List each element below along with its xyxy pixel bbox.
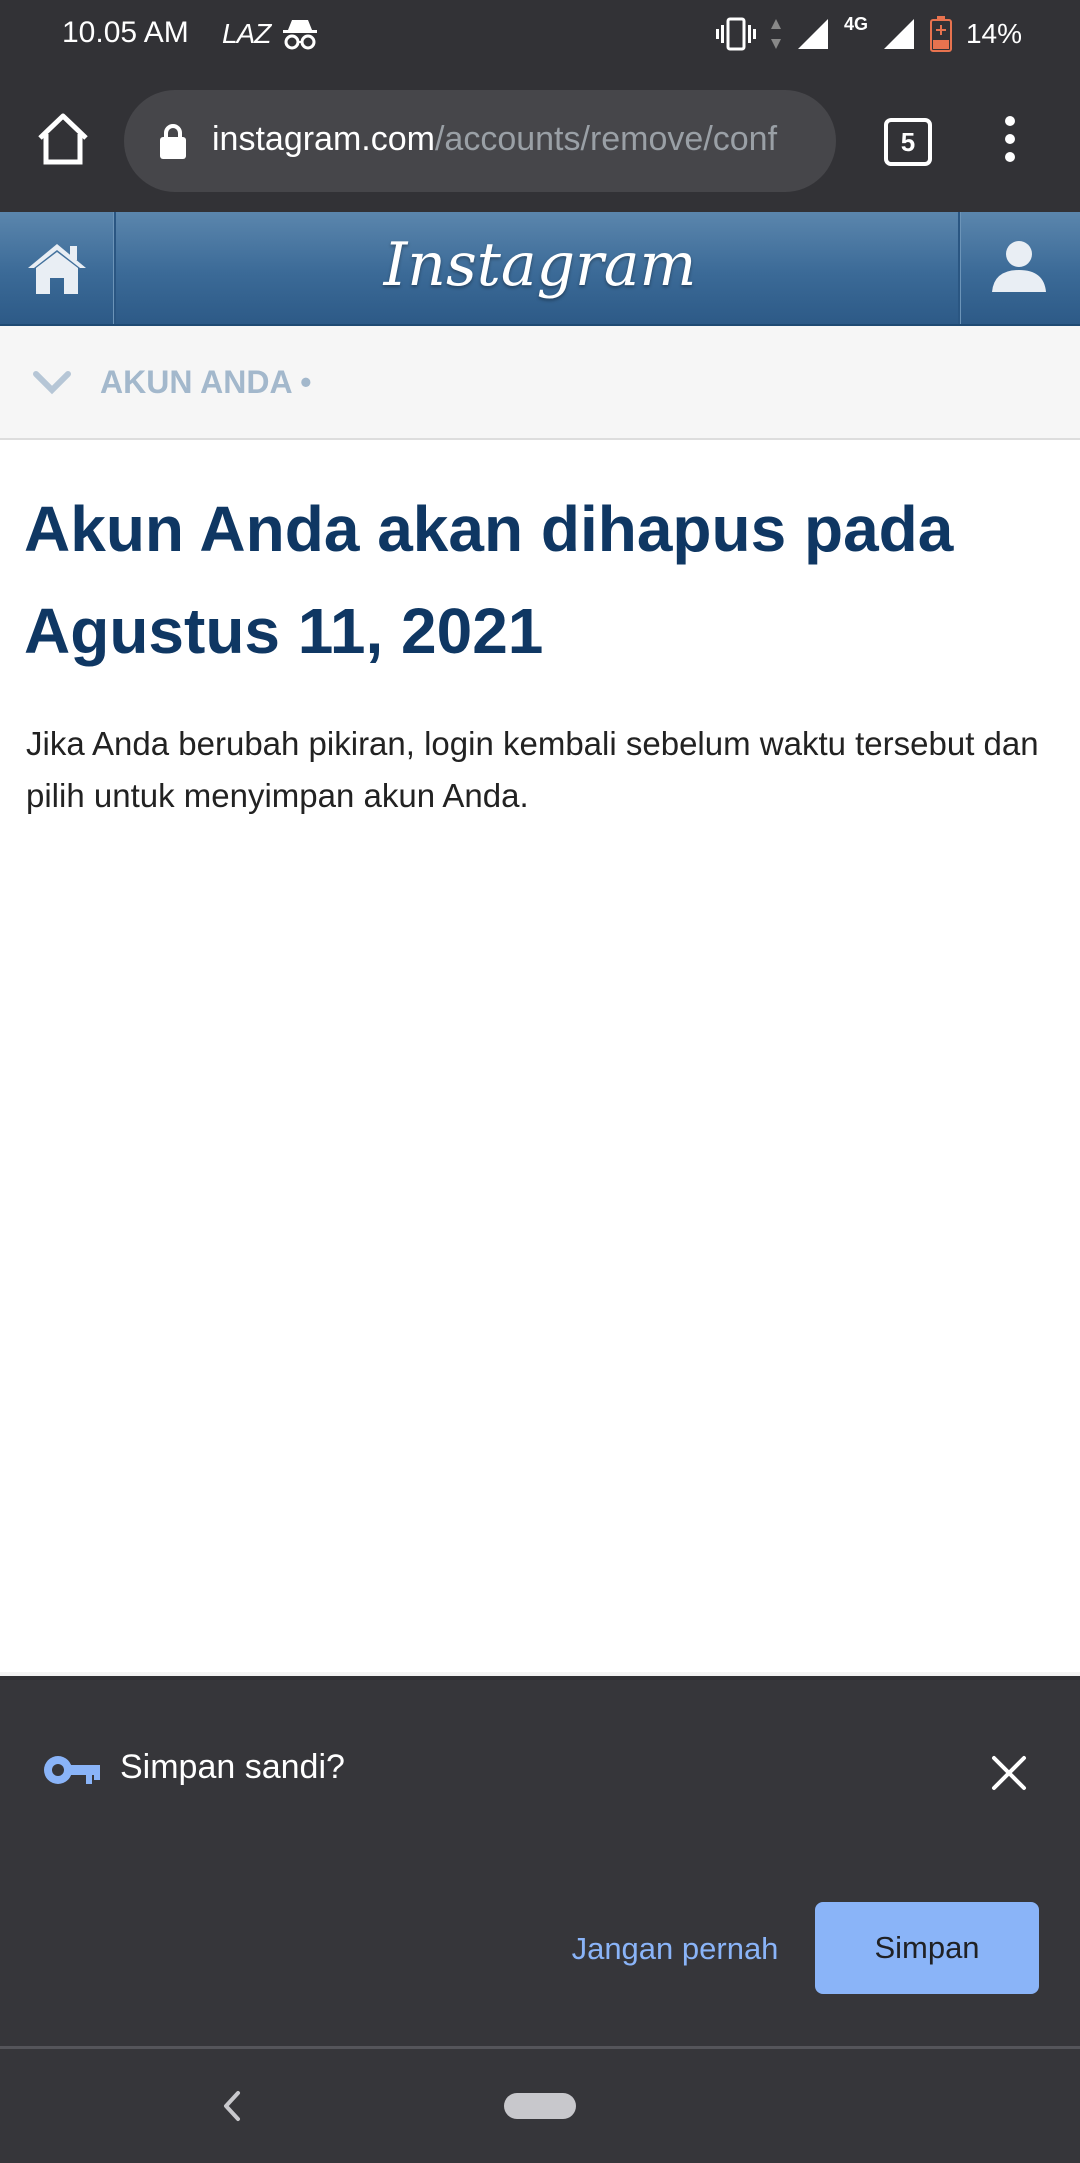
section-bar[interactable]: AKUN ANDA •: [0, 326, 1080, 440]
url-text: instagram.com/accounts/remove/conf: [212, 120, 777, 159]
page-description: Jika Anda berubah pikiran, login kembali…: [26, 725, 1039, 814]
key-icon: [44, 1756, 100, 1784]
ig-profile-button[interactable]: [958, 212, 1080, 324]
url-bar[interactable]: instagram.com/accounts/remove/conf: [124, 90, 836, 192]
overflow-menu-icon[interactable]: [998, 116, 1022, 166]
status-icons: 4G 14%: [715, 14, 1022, 54]
page-title: Akun Anda akan dihapus pada Agustus 11, …: [24, 493, 954, 667]
home-icon[interactable]: [34, 110, 92, 168]
carrier-icon: LAZ: [222, 18, 271, 49]
incognito-icon: [283, 20, 317, 50]
url-path: /accounts/remove/conf: [434, 120, 778, 158]
battery-percent: 14%: [965, 18, 1022, 49]
system-nav-bar: [0, 2046, 1080, 2163]
signal-icon: [797, 19, 828, 49]
instagram-header: Instagram: [0, 212, 1080, 326]
lock-icon: [160, 124, 186, 159]
battery-icon: [929, 16, 952, 52]
network-type: 4G: [843, 14, 868, 34]
never-button[interactable]: Jangan pernah: [560, 1904, 790, 1994]
status-bar: 10.05 AM LAZ 4G 14%: [0, 0, 1080, 70]
status-time: 10.05 AM: [62, 16, 189, 49]
data-arrows-icon: [770, 19, 781, 49]
vibrate-icon: [715, 17, 756, 51]
close-icon[interactable]: [990, 1754, 1028, 1792]
instagram-logo: Instagram: [383, 230, 697, 300]
url-host: instagram.com: [212, 120, 435, 158]
back-icon[interactable]: [220, 2089, 244, 2123]
section-label: AKUN ANDA •: [100, 364, 312, 400]
signal-icon: [883, 19, 914, 49]
home-pill[interactable]: [504, 2093, 576, 2119]
save-password-title: Simpan sandi?: [120, 1748, 345, 1786]
browser-toolbar: instagram.com/accounts/remove/conf 5: [0, 70, 1080, 212]
save-button[interactable]: Simpan: [815, 1902, 1039, 1994]
chevron-down-icon: [33, 371, 71, 395]
tab-switcher-icon[interactable]: 5: [884, 118, 932, 166]
profile-icon: [992, 241, 1046, 292]
